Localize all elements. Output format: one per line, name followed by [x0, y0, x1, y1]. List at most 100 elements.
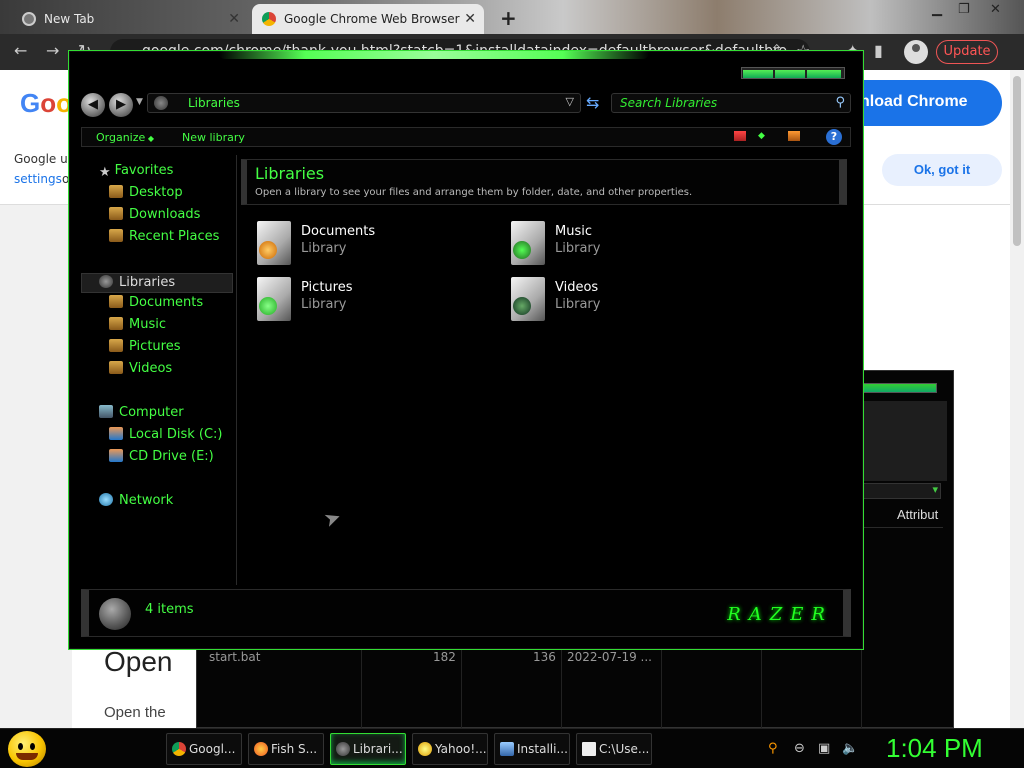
- tab-chrome-web-browser[interactable]: Google Chrome Web Browser ✕: [252, 4, 484, 34]
- recent-pages-chevron-icon[interactable]: ▼: [136, 97, 143, 107]
- nav-pictures[interactable]: Pictures: [109, 339, 180, 354]
- clock[interactable]: 1:04 PM: [886, 733, 983, 764]
- view-dropdown-icon[interactable]: ◆: [758, 131, 770, 141]
- restore-icon[interactable]: ❐: [958, 2, 970, 17]
- refresh-icon[interactable]: ⇆: [586, 93, 599, 112]
- page-scrollbar[interactable]: [1010, 70, 1024, 728]
- chevron-down-icon[interactable]: ▽: [566, 95, 574, 108]
- recent-places-icon: [109, 229, 123, 242]
- nav-downloads[interactable]: Downloads: [109, 207, 200, 222]
- side-panel-icon[interactable]: ▮: [874, 41, 883, 60]
- library-pictures[interactable]: Pictures Library: [251, 277, 491, 325]
- libraries-icon: [336, 742, 350, 756]
- computer-icon: [99, 405, 113, 418]
- task-libraries[interactable]: Librari...: [330, 733, 406, 765]
- preview-pane-icon[interactable]: [788, 131, 800, 141]
- nav-cd-drive[interactable]: CD Drive (E:): [109, 449, 214, 464]
- ok-got-it-button[interactable]: Ok, got it: [882, 154, 1002, 186]
- tab-title: Google Chrome Web Browser: [284, 12, 460, 26]
- column-header-attributes[interactable]: Attribut: [897, 507, 951, 522]
- task-installer[interactable]: Installi...: [494, 733, 570, 765]
- address-text: Libraries: [188, 96, 240, 110]
- help-icon[interactable]: ?: [826, 129, 842, 145]
- libraries-icon: [154, 96, 168, 110]
- library-documents[interactable]: Documents Library: [251, 221, 491, 269]
- file-name[interactable]: start.bat: [209, 650, 260, 664]
- console-icon: [582, 742, 596, 756]
- nav-network[interactable]: Network: [99, 493, 173, 508]
- search-placeholder: Search Libraries: [620, 96, 718, 110]
- forward-arrow-icon[interactable]: ▶: [109, 93, 133, 117]
- downloads-icon: [109, 207, 123, 220]
- videos-library-icon: [511, 277, 545, 321]
- network-tray-icon[interactable]: ▣: [818, 741, 832, 756]
- nav-music[interactable]: Music: [109, 317, 166, 332]
- close-tab-icon[interactable]: ✕: [464, 11, 476, 27]
- nav-desktop[interactable]: Desktop: [109, 185, 183, 200]
- volume-icon[interactable]: 🔈: [842, 741, 858, 756]
- nav-local-disk[interactable]: Local Disk (C:): [109, 427, 222, 442]
- organize-button[interactable]: Organize: [96, 131, 154, 144]
- firefox-icon: [254, 742, 268, 756]
- nav-favorites[interactable]: ★ Favorites: [99, 163, 173, 180]
- installer-icon: [500, 742, 514, 756]
- task-firefox[interactable]: Fish S...: [248, 733, 324, 765]
- new-library-button[interactable]: New library: [182, 131, 245, 144]
- maximize-icon[interactable]: [775, 70, 805, 78]
- tab-new-tab[interactable]: New Tab ✕: [12, 4, 248, 34]
- status-bar: 4 items RAZER: [81, 589, 851, 637]
- update-button[interactable]: Update: [936, 40, 998, 64]
- scrollbar-thumb[interactable]: [1013, 76, 1021, 246]
- nav-videos[interactable]: Videos: [109, 361, 172, 376]
- command-bar: Organize New library ◆ ?: [81, 127, 851, 147]
- window-close-icon[interactable]: ✕: [990, 2, 1001, 17]
- cookie-settings-link[interactable]: settings: [14, 172, 62, 186]
- taskbar: Googl... Fish S... Librari... Yahoo!... …: [0, 728, 1024, 768]
- search-icon[interactable]: ⚲: [768, 741, 782, 756]
- messenger-icon[interactable]: ⊖: [794, 741, 808, 756]
- minimize-icon[interactable]: ▁: [932, 2, 942, 17]
- close-tab-icon[interactable]: ✕: [228, 11, 240, 27]
- libraries-icon: [99, 598, 131, 630]
- page-side-band: [0, 205, 72, 728]
- cd-drive-icon: [109, 449, 123, 462]
- explorer-window[interactable]: ◀ ▶ ▼ Libraries ▽ ⇆ Search Libraries ⚲ O…: [68, 50, 864, 650]
- yahoo-icon: [418, 742, 432, 756]
- view-dropdown[interactable]: [863, 483, 941, 499]
- title-glow: [219, 51, 649, 59]
- search-input[interactable]: Search Libraries ⚲: [611, 93, 851, 113]
- page-heading: Open: [104, 646, 173, 677]
- window-controls[interactable]: [857, 383, 937, 393]
- task-yahoo[interactable]: Yahoo!...: [412, 733, 488, 765]
- library-music[interactable]: Music Library: [505, 221, 745, 269]
- close-icon[interactable]: [807, 70, 841, 78]
- window-controls[interactable]: [741, 67, 845, 79]
- library-videos[interactable]: Videos Library: [505, 277, 745, 325]
- pictures-icon: [109, 339, 123, 352]
- nav-computer[interactable]: Computer: [99, 405, 184, 420]
- forward-arrow-icon[interactable]: →: [46, 41, 59, 60]
- address-bar[interactable]: Libraries ▽: [147, 93, 581, 113]
- chrome-tab-strip: New Tab ✕ Google Chrome Web Browser ✕ + …: [0, 0, 1024, 34]
- minimize-icon[interactable]: [743, 70, 773, 78]
- nav-recent-places[interactable]: Recent Places: [109, 229, 219, 244]
- start-button[interactable]: [8, 731, 46, 767]
- back-arrow-icon[interactable]: ←: [14, 41, 27, 60]
- search-icon[interactable]: ⚲: [835, 95, 845, 110]
- videos-icon: [109, 361, 123, 374]
- file-size: 136: [533, 650, 556, 664]
- documents-icon: [109, 295, 123, 308]
- profile-avatar[interactable]: [904, 40, 928, 64]
- task-command[interactable]: C:\Use...: [576, 733, 652, 765]
- chrome-icon: [172, 742, 186, 756]
- nav-documents[interactable]: Documents: [109, 295, 203, 310]
- new-tab-plus-icon[interactable]: +: [500, 6, 517, 30]
- navigation-pane: ★ Favorites Desktop Downloads Recent Plac…: [81, 155, 237, 585]
- nav-libraries[interactable]: Libraries: [99, 275, 175, 290]
- task-chrome[interactable]: Googl...: [166, 733, 242, 765]
- star-icon: ★: [99, 165, 111, 180]
- page-subtitle: Open a library to see your files and arr…: [255, 187, 693, 198]
- download-chrome-button[interactable]: nload Chrome: [840, 80, 1002, 126]
- view-options-icon[interactable]: [734, 131, 746, 141]
- back-arrow-icon[interactable]: ◀: [81, 93, 105, 117]
